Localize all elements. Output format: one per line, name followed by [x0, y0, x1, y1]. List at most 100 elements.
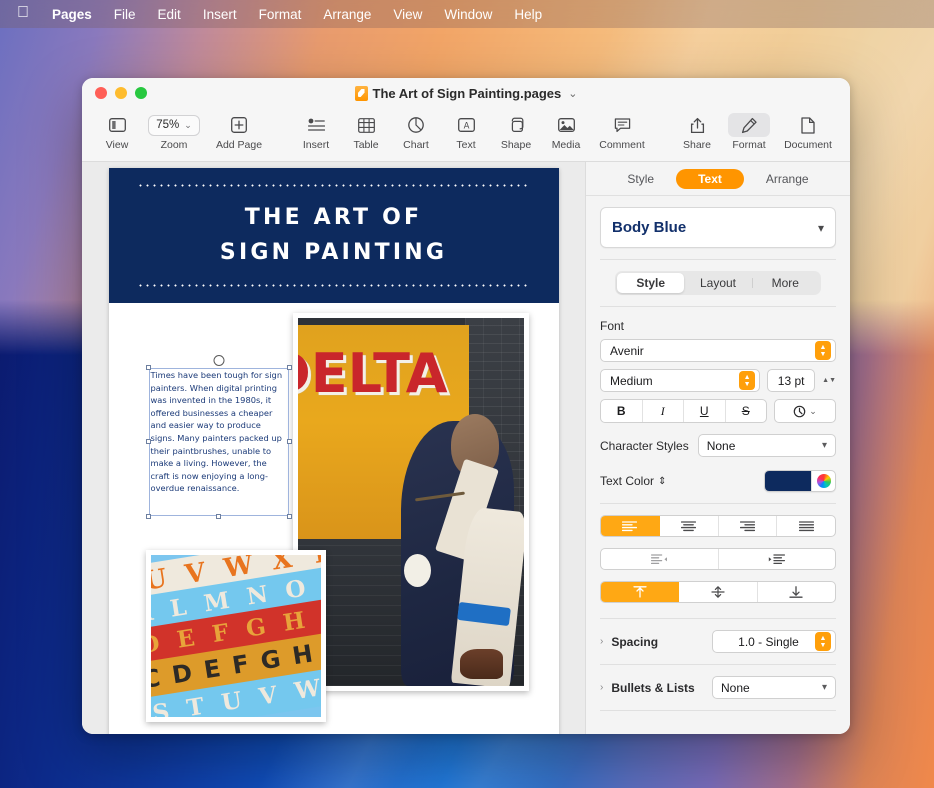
- photo-icon: [558, 113, 575, 137]
- subtab-layout[interactable]: Layout: [684, 273, 751, 293]
- bold-button[interactable]: B: [601, 400, 643, 422]
- tab-style[interactable]: Style: [605, 169, 676, 189]
- italic-button[interactable]: I: [643, 400, 685, 422]
- chart-pie-icon: [408, 113, 424, 137]
- alphabet-photo-inner: U V W X Y K L M N O P D E F G H I C D E …: [151, 555, 321, 717]
- alphabet-signage-photo[interactable]: U V W X Y K L M N O P D E F G H I C D E …: [146, 550, 326, 722]
- document-page[interactable]: THE ART OF SIGN PAINTING DELTA: [109, 168, 559, 734]
- menu-item-file[interactable]: File: [103, 5, 147, 24]
- valign-bottom-button[interactable]: [758, 582, 835, 602]
- resize-handle-top-right[interactable]: [287, 365, 292, 370]
- toolbar-table-label: Table: [353, 139, 378, 151]
- menu-item-arrange[interactable]: Arrange: [312, 5, 382, 24]
- toolbar-zoom-control[interactable]: 75% ⌄ Zoom: [142, 111, 206, 151]
- menu-item-insert[interactable]: Insert: [192, 5, 248, 24]
- align-center-icon: [681, 521, 696, 532]
- align-justify-icon: [799, 521, 814, 532]
- valign-middle-button[interactable]: [679, 582, 757, 602]
- resize-handle-bottom[interactable]: [216, 514, 221, 519]
- align-center-button[interactable]: [660, 516, 719, 536]
- font-size-stepper-icon[interactable]: ▲▼: [822, 377, 836, 384]
- menu-item-edit[interactable]: Edit: [147, 5, 192, 24]
- bullets-row: › Bullets & Lists None ▾: [600, 676, 836, 699]
- zoom-button[interactable]: [135, 87, 147, 99]
- sort-arrows-icon[interactable]: ⇕: [658, 476, 666, 487]
- menu-item-help[interactable]: Help: [503, 5, 553, 24]
- font-options-button[interactable]: ⌄: [774, 399, 836, 423]
- title-chevron-down-icon[interactable]: ⌄: [568, 87, 577, 100]
- toolbar-document-button[interactable]: Document: [776, 111, 840, 151]
- minimize-button[interactable]: [115, 87, 127, 99]
- menu-item-window[interactable]: Window: [433, 5, 503, 24]
- body-text-box[interactable]: Times have been tough for sign painters.…: [149, 368, 289, 516]
- text-color-swatch[interactable]: [765, 471, 811, 491]
- toolbar-share-button[interactable]: Share: [672, 111, 722, 151]
- font-weight-stepper-icon[interactable]: ▲▼: [739, 371, 755, 390]
- color-wheel-button[interactable]: [811, 471, 835, 491]
- text-color-label-text: Text Color: [600, 474, 654, 488]
- toolbar-view-button[interactable]: View: [92, 111, 142, 151]
- toolbar-chart-button[interactable]: Chart: [391, 111, 441, 151]
- align-justify-button[interactable]: [777, 516, 835, 536]
- disclosure-triangle-icon[interactable]: ›: [600, 636, 603, 647]
- resize-handle-right[interactable]: [287, 439, 292, 444]
- spacing-label: Spacing: [611, 635, 658, 649]
- toolbar-comment-button[interactable]: Comment: [591, 111, 653, 151]
- toolbar-text-label: Text: [456, 139, 475, 151]
- font-weight-popup[interactable]: Medium ▲▼: [600, 369, 760, 392]
- resize-handle-top-left[interactable]: [146, 365, 151, 370]
- chevron-down-icon: ▾: [818, 221, 824, 235]
- font-size-field[interactable]: 13 pt: [767, 369, 815, 392]
- zoom-pill-wrap: 75% ⌄: [148, 113, 200, 137]
- menu-item-view[interactable]: View: [382, 5, 433, 24]
- strikethrough-button[interactable]: S: [726, 400, 767, 422]
- toolbar-shape-button[interactable]: Shape: [491, 111, 541, 151]
- inspector-top-tabs: Style Text Arrange: [586, 162, 850, 196]
- bullets-popup[interactable]: None ▾: [712, 676, 836, 699]
- spacing-stepper-icon[interactable]: ▲▼: [815, 632, 831, 651]
- paragraph-style-popup[interactable]: Body Blue ▾: [600, 207, 836, 248]
- divider-3: [600, 503, 836, 504]
- resize-handle-left[interactable]: [146, 439, 151, 444]
- subtab-more[interactable]: More: [752, 273, 819, 293]
- dotted-rule-bottom: [137, 284, 531, 287]
- comment-bubble-icon: [614, 113, 631, 137]
- underline-button[interactable]: U: [684, 400, 726, 422]
- document-canvas[interactable]: THE ART OF SIGN PAINTING DELTA: [82, 162, 585, 734]
- toolbar-shape-label: Shape: [501, 139, 531, 151]
- valign-top-button[interactable]: [601, 582, 679, 602]
- spacing-popup[interactable]: 1.0 - Single ▲▼: [712, 630, 836, 653]
- increase-indent-button[interactable]: [719, 549, 836, 569]
- apple-logo-icon[interactable]: : [8, 5, 41, 23]
- menu-item-format[interactable]: Format: [248, 5, 313, 24]
- resize-handle-bottom-right[interactable]: [287, 514, 292, 519]
- character-styles-popup[interactable]: None ▾: [698, 434, 836, 457]
- toolbar-format-button[interactable]: Format: [722, 111, 776, 151]
- rotation-handle[interactable]: [213, 355, 224, 366]
- align-right-button[interactable]: [719, 516, 778, 536]
- toolbar-insert-button[interactable]: Insert: [291, 111, 341, 151]
- zoom-popup[interactable]: 75% ⌄: [148, 115, 200, 136]
- disclosure-triangle-icon[interactable]: ›: [600, 682, 603, 693]
- decrease-indent-button[interactable]: [601, 549, 719, 569]
- sign-painter-photo[interactable]: DELTA: [293, 313, 529, 691]
- toolbar-chart-label: Chart: [403, 139, 429, 151]
- decrease-indent-icon: [651, 554, 668, 565]
- chevron-down-icon: ▾: [822, 682, 827, 693]
- font-family-popup[interactable]: Avenir ▲▼: [600, 339, 836, 362]
- font-family-stepper-icon[interactable]: ▲▼: [815, 341, 831, 360]
- toolbar-text-button[interactable]: A Text: [441, 111, 491, 151]
- resize-handle-bottom-left[interactable]: [146, 514, 151, 519]
- close-button[interactable]: [95, 87, 107, 99]
- subtab-style[interactable]: Style: [617, 273, 684, 293]
- align-left-button[interactable]: [601, 516, 660, 536]
- toolbar-add-page-button[interactable]: Add Page: [206, 111, 272, 151]
- tab-text[interactable]: Text: [676, 169, 744, 189]
- toolbar-media-button[interactable]: Media: [541, 111, 591, 151]
- toolbar-table-button[interactable]: Table: [341, 111, 391, 151]
- document-file-icon: [355, 86, 368, 101]
- menu-item-pages[interactable]: Pages: [41, 5, 103, 24]
- tab-arrange[interactable]: Arrange: [744, 169, 831, 189]
- table-icon: [358, 113, 375, 137]
- character-styles-label: Character Styles: [600, 439, 689, 453]
